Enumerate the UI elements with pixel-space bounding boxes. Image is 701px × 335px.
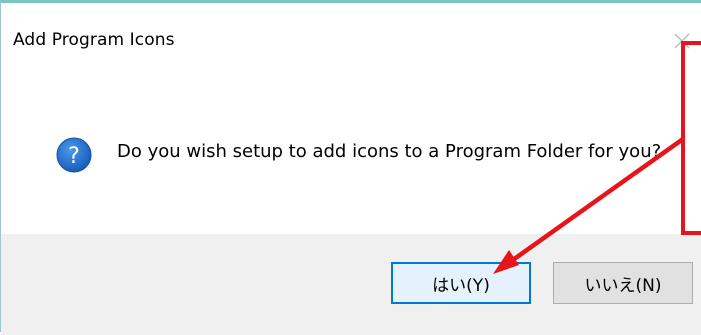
dialog-content: ? Do you wish setup to add icons to a Pr… [1, 55, 701, 233]
close-icon [674, 33, 690, 49]
close-button[interactable] [665, 24, 699, 58]
dialog-title: Add Program Icons [13, 30, 175, 50]
title-bar[interactable]: Add Program Icons [1, 3, 701, 55]
no-button[interactable]: いいえ(N) [553, 262, 693, 304]
dialog-message: Do you wish setup to add icons to a Prog… [117, 141, 662, 162]
question-icon: ? [46, 127, 102, 183]
yes-button[interactable]: はい(Y) [391, 262, 531, 304]
add-program-icons-dialog: Add Program Icons ? Do you wish setup to [0, 0, 701, 335]
button-bar: はい(Y) いいえ(N) [1, 234, 701, 335]
svg-text:?: ? [68, 144, 80, 169]
